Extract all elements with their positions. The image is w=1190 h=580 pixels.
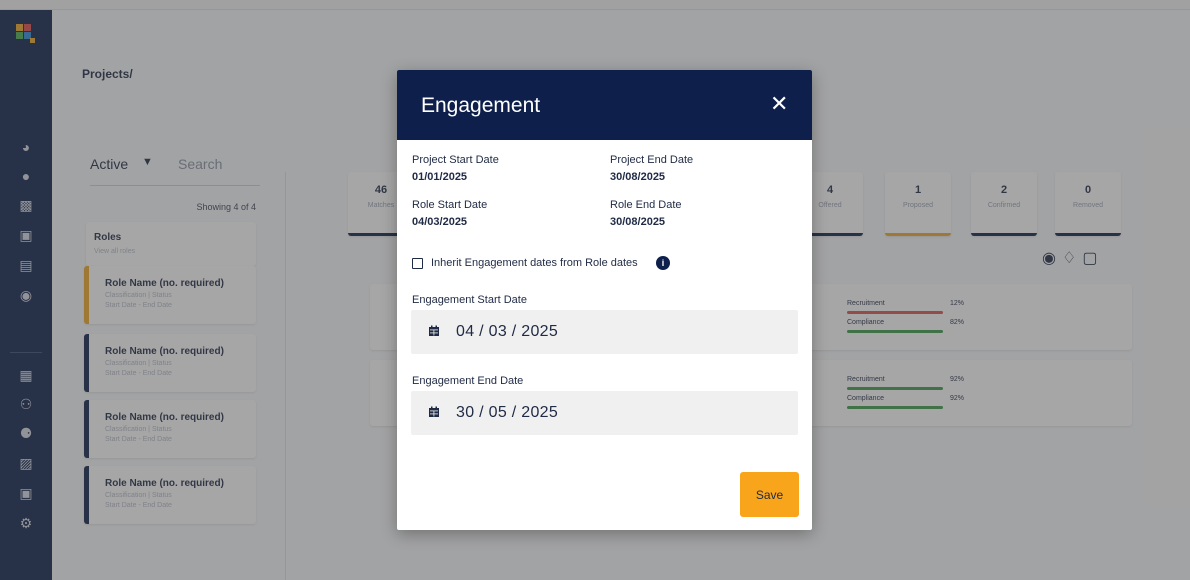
inherit-dates-checkbox[interactable]	[412, 258, 423, 269]
modal-header: Engagement ✕	[397, 70, 812, 140]
calendar-icon	[429, 325, 439, 336]
modal-title: Engagement	[421, 94, 541, 117]
role-end-value: 30/08/2025	[610, 216, 666, 228]
project-start-label: Project Start Date	[412, 154, 499, 166]
engagement-start-date-value: 04 / 03 / 2025	[456, 323, 559, 340]
engagement-modal: Engagement ✕ Project Start Date 01/01/20…	[397, 70, 812, 530]
role-start-value: 04/03/2025	[412, 216, 468, 228]
engagement-end-date-value: 30 / 05 / 2025	[456, 404, 559, 421]
engagement-start-label: Engagement Start Date	[412, 294, 527, 306]
role-start-label: Role Start Date	[412, 199, 488, 211]
project-end-label: Project End Date	[610, 154, 694, 166]
inherit-dates-label[interactable]: Inherit Engagement dates from Role dates	[431, 257, 638, 269]
engagement-end-date-input[interactable]: 30 / 05 / 2025	[411, 391, 798, 435]
engagement-start-date-input[interactable]: 04 / 03 / 2025	[411, 310, 798, 354]
role-end-label: Role End Date	[610, 199, 682, 211]
save-button[interactable]: Save	[740, 472, 799, 517]
engagement-end-label: Engagement End Date	[412, 375, 524, 387]
info-icon[interactable]: i	[656, 256, 670, 270]
project-end-value: 30/08/2025	[610, 171, 666, 183]
project-start-value: 01/01/2025	[412, 171, 468, 183]
calendar-icon	[429, 406, 439, 417]
close-icon[interactable]: ✕	[770, 92, 788, 116]
